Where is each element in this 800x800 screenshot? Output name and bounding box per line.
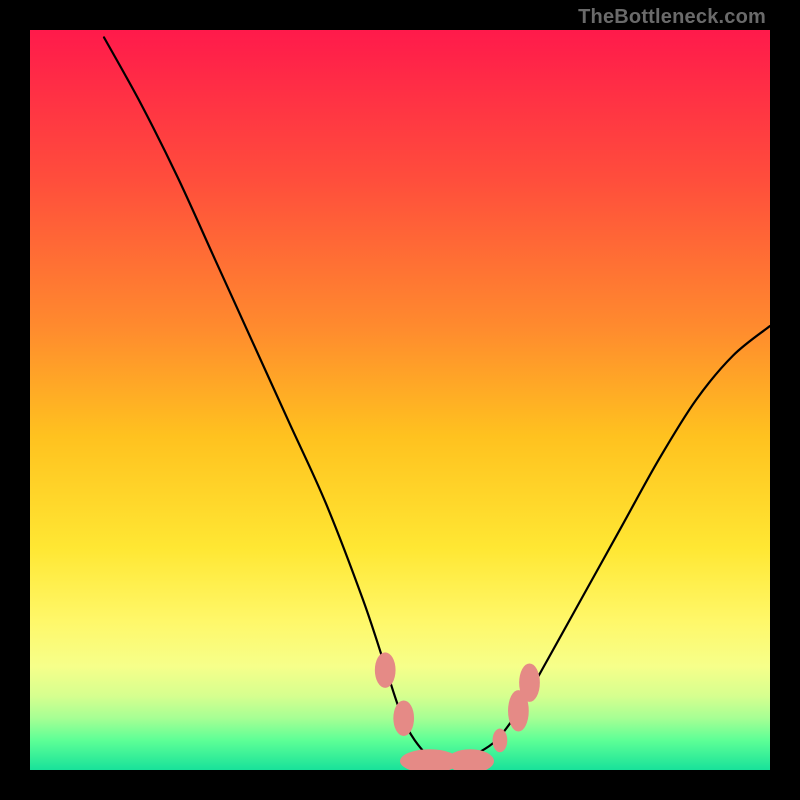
marker-point (393, 700, 414, 736)
marker-point (375, 652, 396, 688)
bottleneck-chart (30, 30, 770, 770)
marker-point (493, 729, 508, 753)
marker-point (519, 663, 540, 701)
gradient-background (30, 30, 770, 770)
chart-frame (30, 30, 770, 770)
watermark-text: TheBottleneck.com (578, 6, 766, 29)
